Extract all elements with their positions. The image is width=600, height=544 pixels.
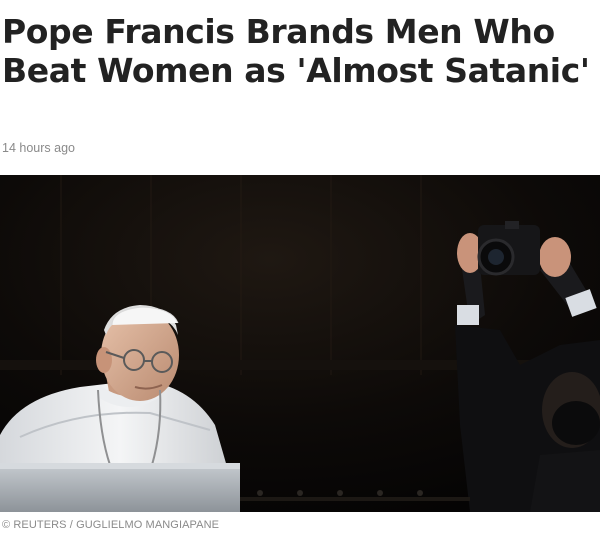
article: Pope Francis Brands Men Who Beat Women a…	[0, 0, 600, 544]
article-photo[interactable]	[0, 175, 600, 512]
timestamp: 14 hours ago	[2, 141, 75, 155]
photo-credit: © REUTERS / GUGLIELMO MANGIAPANE	[2, 519, 220, 531]
headline[interactable]: Pope Francis Brands Men Who Beat Women a…	[2, 12, 598, 90]
